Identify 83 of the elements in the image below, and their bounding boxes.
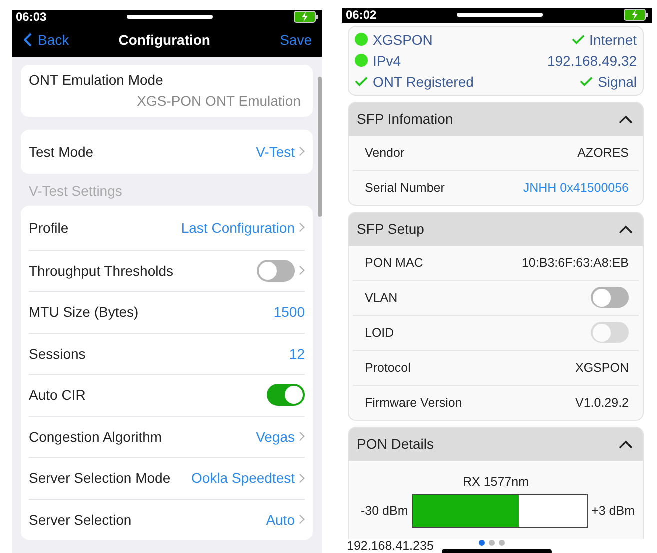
setting-label: Server Selection Mode <box>29 470 171 486</box>
setting-label: ONT Emulation Mode <box>29 72 164 88</box>
section-header[interactable]: PON Details <box>349 428 643 461</box>
setting-value: Vegas <box>256 428 295 445</box>
setting-value: Auto <box>266 512 295 528</box>
setting-label: MTU Size (Bytes) <box>29 304 139 320</box>
setting-value: 12 <box>289 346 305 362</box>
setting-label: Profile <box>29 220 69 236</box>
setting-label: Test Mode <box>29 144 94 160</box>
setting-value: XGS-PON ONT Emulation <box>137 92 301 108</box>
caret-up-icon[interactable] <box>619 440 633 449</box>
setting-label: Throughput Thresholds <box>29 262 174 279</box>
setting-row[interactable]: Sessions 12 <box>29 332 305 374</box>
check-icon <box>355 76 368 88</box>
setting-value: 1500 <box>274 304 305 320</box>
field-value: XGSPON <box>576 360 629 375</box>
section-title: SFP Setup <box>357 221 424 238</box>
battery-charging-icon <box>624 9 648 22</box>
status-text: ONT Registered <box>373 74 474 90</box>
field-label: Serial Number <box>365 180 445 195</box>
meter-max-label: +3 dBm <box>592 504 635 518</box>
setting-row[interactable]: Profile Last Configuration <box>29 206 305 250</box>
back-button[interactable]: Back <box>24 32 70 48</box>
status-text: Signal <box>598 74 637 90</box>
status-time: 06:03 <box>16 10 47 24</box>
check-icon <box>572 34 585 46</box>
caret-up-icon[interactable] <box>619 224 633 234</box>
section-header[interactable]: SFP Setup <box>349 212 643 246</box>
setting-row[interactable]: Congestion Algorithm Vegas <box>29 416 305 457</box>
page-dot[interactable] <box>498 540 505 546</box>
toggle-switch[interactable] <box>267 384 305 406</box>
chevron-right-icon <box>299 265 305 276</box>
status-text: Internet <box>590 32 637 48</box>
chevron-left-icon <box>24 33 32 48</box>
chevron-right-icon <box>299 222 305 233</box>
page-dot[interactable] <box>488 540 495 546</box>
setting-row[interactable]: Server Selection Auto <box>29 498 305 540</box>
toggle-switch[interactable] <box>257 260 295 282</box>
toggle-switch[interactable] <box>591 287 629 308</box>
field-label: LOID <box>365 326 394 340</box>
field-value: 10:B3:6F:63:A8:EB <box>522 256 629 270</box>
setting-row[interactable]: Server Selection Mode Ookla Speedtest <box>29 457 305 498</box>
status-dot-icon <box>355 54 368 68</box>
section-title: PON Details <box>357 436 434 452</box>
emulation-mode-card[interactable]: ONT Emulation Mode XGS-PON ONT Emulation <box>21 64 313 116</box>
section-header: V-Test Settings <box>29 182 124 198</box>
field-value: V1.0.29.2 <box>575 396 629 410</box>
setting-row[interactable]: Auto CIR <box>29 374 305 416</box>
status-text: XGSPON <box>373 32 433 48</box>
setting-value: Last Configuration <box>181 220 295 236</box>
chevron-right-icon <box>299 472 305 484</box>
meter-min-label: -30 dBm <box>361 504 408 518</box>
save-button[interactable]: Save <box>280 32 312 48</box>
caret-up-icon[interactable] <box>619 114 633 124</box>
setting-label: Sessions <box>29 346 86 362</box>
setting-row[interactable]: Throughput Thresholds <box>29 250 305 291</box>
field-label: VLAN <box>365 290 398 305</box>
section-header[interactable]: SFP Infomation <box>349 102 643 136</box>
chevron-right-icon <box>299 514 305 526</box>
meter-title: RX 1577nm <box>462 474 530 489</box>
field-label: Vendor <box>365 146 405 160</box>
status-dot-icon <box>355 33 368 46</box>
battery-charging-icon <box>294 11 318 23</box>
setting-value: V-Test <box>256 144 295 160</box>
setting-value: Ookla Speedtest <box>191 470 295 486</box>
field-label: Protocol <box>365 360 411 375</box>
setting-label: Server Selection <box>29 512 132 528</box>
field-label: Firmware Version <box>365 396 462 410</box>
page-dot[interactable] <box>478 540 485 546</box>
section-title: SFP Infomation <box>357 111 454 128</box>
screen-title: Configuration <box>118 32 210 48</box>
field-value: AZORES <box>578 146 629 160</box>
field-label: PON MAC <box>365 256 424 270</box>
check-icon <box>580 76 594 88</box>
setting-label: Auto CIR <box>29 387 86 404</box>
status-text: 192.168.49.32 <box>547 52 637 69</box>
setting-row[interactable]: MTU Size (Bytes) 1500 <box>29 291 305 332</box>
setting-label: Congestion Algorithm <box>29 428 162 445</box>
status-text: IPv4 <box>373 52 402 69</box>
status-time: 06:02 <box>346 8 377 22</box>
chevron-right-icon <box>299 146 305 157</box>
chevron-right-icon <box>299 431 305 442</box>
ip-address: 192.168.41.235 <box>347 538 434 553</box>
